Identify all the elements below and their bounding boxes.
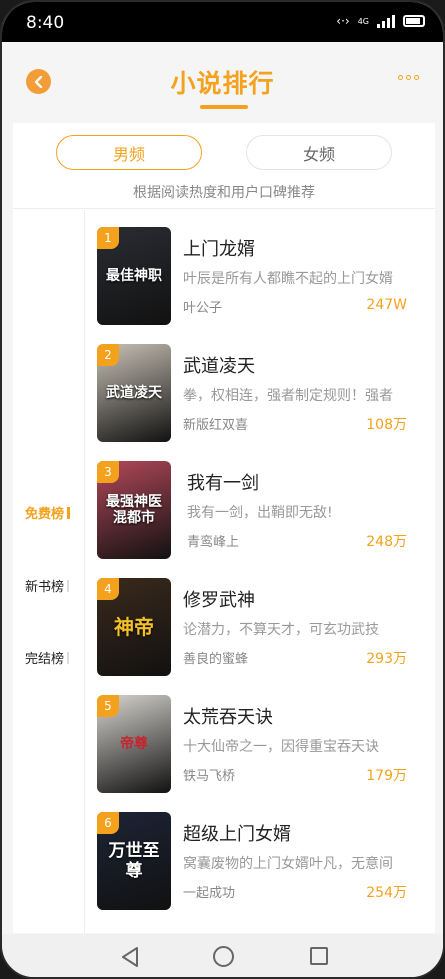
- rank-badge: 6: [97, 812, 119, 834]
- book-item[interactable]: 帝尊 5 太荒吞天诀 十大仙帝之一，因得重宝吞天诀 铁马飞桥 179万: [97, 695, 425, 795]
- book-item[interactable]: 万世至尊 6 超级上门女婿 窝囊废物的上门女婿叶凡，无意间 一起成功 254万: [97, 812, 425, 912]
- tab-female[interactable]: 女频: [246, 135, 392, 170]
- active-indicator: [67, 507, 71, 519]
- side-item-completed[interactable]: 完结榜: [25, 648, 70, 667]
- gender-tabs: 男频 女频 根据阅读热度和用户口碑推荐: [13, 123, 435, 209]
- book-count: 247W: [366, 297, 407, 313]
- cover-title: 万世至尊: [108, 841, 160, 881]
- app-header: 小说排行: [2, 42, 443, 122]
- book-count: 254万: [366, 885, 407, 901]
- title-underline: [200, 105, 248, 109]
- cover-title: 最强神医混都市: [106, 494, 162, 526]
- rank-badge: 1: [97, 227, 119, 249]
- cover-title: 帝尊: [120, 736, 148, 752]
- book-count: 108万: [366, 417, 407, 433]
- book-item[interactable]: 武道凌天 2 武道凌天 拳，权相连，强者制定规则！强者 新版红双喜 108万: [97, 344, 425, 444]
- book-count: 293万: [366, 651, 407, 667]
- book-count: 248万: [366, 534, 407, 550]
- more-options-button[interactable]: [398, 75, 419, 80]
- book-title: 武道凌天: [183, 356, 255, 377]
- page-title: 小说排行: [170, 69, 275, 98]
- nav-recent-icon[interactable]: [310, 947, 328, 965]
- status-icons: ‹·› 4G: [336, 14, 425, 28]
- book-author: 叶公子: [183, 301, 223, 316]
- book-desc: 十大仙帝之一，因得重宝吞天诀: [183, 739, 379, 755]
- side-item-label: 新书榜: [25, 580, 65, 595]
- side-item-free[interactable]: 免费榜: [25, 503, 71, 522]
- book-desc: 拳，权相连，强者制定规则！强者: [183, 388, 393, 404]
- book-author: 新版红双喜: [183, 418, 249, 433]
- cover-title: 武道凌天: [106, 385, 162, 401]
- book-desc: 我有一剑，出鞘即无敌!: [187, 505, 333, 521]
- side-divider: [67, 580, 70, 592]
- rank-badge: 3: [97, 461, 119, 483]
- book-title: 上门龙婿: [183, 239, 255, 260]
- book-title: 修罗武神: [183, 590, 255, 611]
- more-dot-icon: [398, 75, 403, 80]
- side-item-label: 免费榜: [25, 507, 65, 522]
- cover-title: 最佳神职: [106, 268, 162, 284]
- book-author: 善良的蜜蜂: [183, 652, 249, 667]
- nav-back-icon[interactable]: [120, 946, 140, 968]
- status-time: 8:40: [26, 13, 65, 33]
- tab-male[interactable]: 男频: [56, 135, 202, 170]
- cover-title: 神帝: [114, 615, 154, 639]
- nav-home-icon[interactable]: [213, 946, 234, 967]
- rank-badge: 5: [97, 695, 119, 717]
- book-title: 我有一剑: [187, 473, 259, 494]
- more-dot-icon: [406, 75, 411, 80]
- signal-icon: [377, 14, 395, 28]
- ranking-card: 男频 女频 根据阅读热度和用户口碑推荐 免费榜 新书榜 完结榜 最佳神职 1 上…: [13, 123, 435, 933]
- hotspot-icon: ‹·›: [336, 14, 350, 28]
- book-author: 一起成功: [183, 886, 236, 901]
- rank-badge: 4: [97, 578, 119, 600]
- side-item-new[interactable]: 新书榜: [25, 576, 70, 595]
- status-bar: 8:40 ‹·› 4G: [2, 2, 443, 42]
- book-desc: 论潜力，不算天才，可玄功武技: [183, 622, 379, 638]
- rank-badge: 2: [97, 344, 119, 366]
- ranking-side-nav: 免费榜 新书榜 完结榜: [13, 210, 85, 933]
- book-desc: 窝囊废物的上门女婿叶凡，无意间: [183, 856, 393, 872]
- battery-icon: [403, 15, 425, 27]
- book-desc: 叶辰是所有人都瞧不起的上门女婿: [183, 271, 393, 287]
- book-author: 青鸾峰上: [187, 535, 240, 550]
- book-count: 179万: [366, 768, 407, 784]
- book-title: 太荒吞天诀: [183, 707, 273, 728]
- phone-screen: 8:40 ‹·› 4G 小说排行 男频 女频 根据阅读热度和用户口碑推荐 免费榜…: [0, 0, 445, 979]
- system-nav-bar: [2, 934, 443, 977]
- book-author: 铁马飞桥: [183, 769, 236, 784]
- book-item[interactable]: 神帝 4 修罗武神 论潜力，不算天才，可玄功武技 善良的蜜蜂 293万: [97, 578, 425, 678]
- book-title: 超级上门女婿: [183, 824, 291, 845]
- side-divider: [67, 652, 70, 664]
- network-label: 4G: [357, 16, 369, 26]
- more-dot-icon: [414, 75, 419, 80]
- tab-hint: 根据阅读热度和用户口碑推荐: [133, 185, 315, 201]
- book-item[interactable]: 最佳神职 1 上门龙婿 叶辰是所有人都瞧不起的上门女婿 叶公子 247W: [97, 227, 425, 327]
- book-item[interactable]: 最强神医混都市 3 我有一剑 我有一剑，出鞘即无敌! 青鸾峰上 248万: [97, 461, 425, 561]
- side-item-label: 完结榜: [25, 652, 65, 667]
